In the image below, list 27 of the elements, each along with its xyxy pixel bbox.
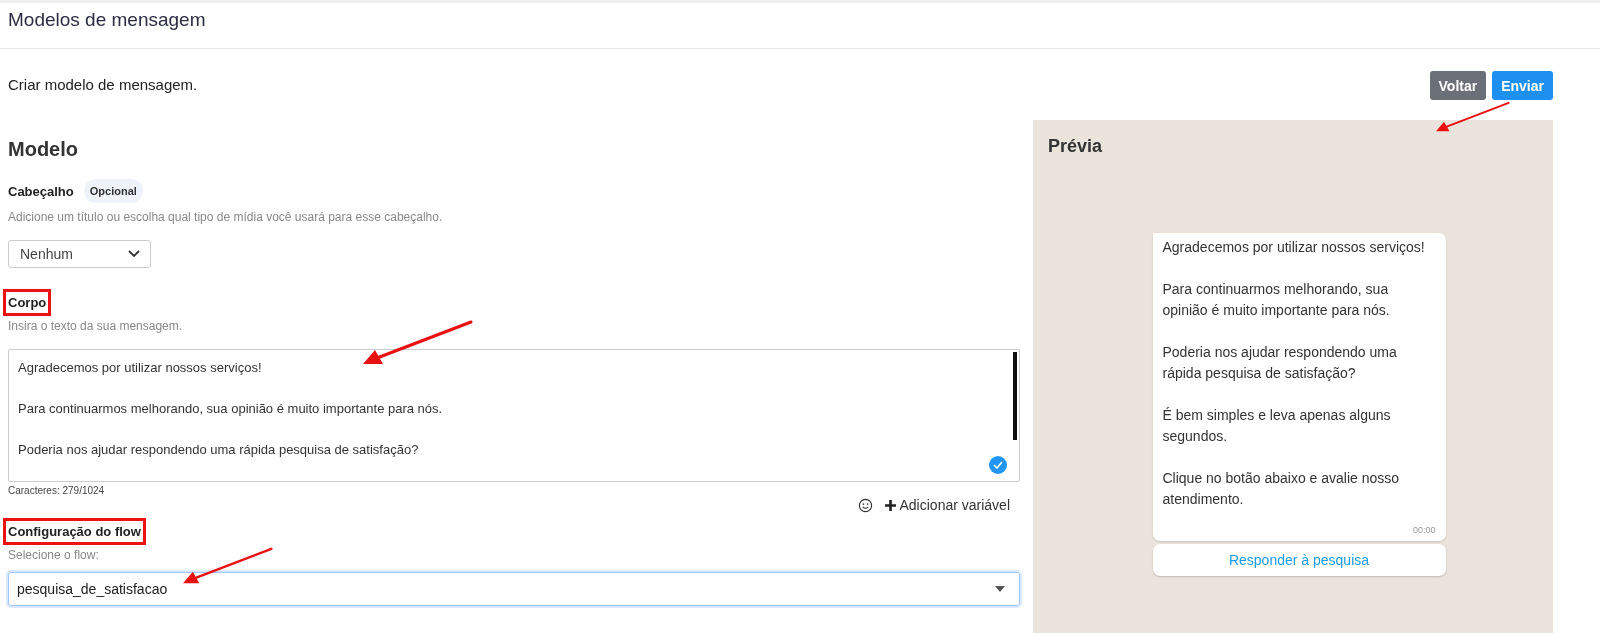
header-hint: Adicione um título ou escolha qual tipo de mídia você usará para esse cabeçalho.	[8, 210, 444, 224]
preview-title: Prévia	[1048, 136, 1103, 157]
page-subtitle: Criar modelo de mensagem.	[8, 76, 199, 95]
message-paragraph: É bem simples e leva apenas alguns segundos.	[1162, 406, 1392, 446]
body-label: Corpo	[6, 292, 49, 313]
flow-hint: Selecione o flow:	[8, 548, 100, 562]
body-hint: Insira o texto da sua mensagem.	[8, 319, 184, 333]
caret-down-icon	[995, 586, 1005, 592]
flow-select[interactable]: pesquisa_de_satisfacao	[8, 572, 1020, 606]
message-paragraph: Para continuarmos melhorando, sua opinião é muito importante para nós.	[1162, 280, 1391, 320]
message-paragraph: Agradecemos por utilizar nossos serviços!	[1162, 238, 1426, 257]
back-button[interactable]: Voltar	[1429, 71, 1487, 100]
optional-badge: Opcional	[83, 179, 143, 203]
message-textarea[interactable]: Agradecemos por utilizar nossos serviços! Para continuarmos melhorando, sua opinião é muito importante para nós. Poderia nos ajudar respondendo uma rápida pesquisa de satisfação?	[8, 349, 1020, 482]
form-title: Modelo	[8, 138, 79, 161]
page-title: Modelos de mensagem	[8, 8, 206, 31]
header-type-select[interactable]: Nenhum	[8, 240, 151, 268]
emoji-icon[interactable]	[857, 497, 873, 513]
message-time: 00:00	[1411, 525, 1436, 535]
header-label: Cabeçalho	[7, 182, 75, 201]
character-counter: Caracteres: 279/1024	[8, 485, 106, 496]
message-paragraph: Clique no botão abaixo e avalie nosso atendimento.	[1162, 469, 1401, 509]
chevron-down-icon	[128, 250, 140, 258]
message-paragraph: Poderia nos ajudar respondendo uma rápida pesquisa de satisfação?	[1162, 343, 1398, 383]
plus-icon	[884, 499, 896, 511]
add-variable-button[interactable]: Adicionar variável	[884, 497, 1010, 513]
flow-label: Configuração do flow	[6, 521, 143, 542]
